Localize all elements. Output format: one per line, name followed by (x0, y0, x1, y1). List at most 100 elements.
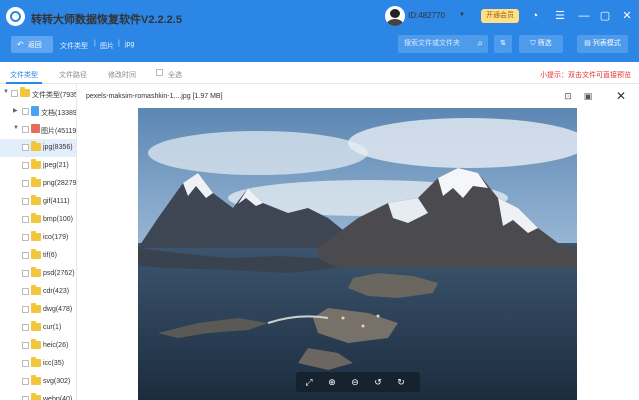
tree-item-type[interactable]: cur(1) (0, 319, 76, 337)
search-input[interactable]: 搜索文件或文件夹 ⌕ (398, 35, 488, 53)
tree-label: gif(4111) (43, 198, 70, 205)
tree-checkbox[interactable] (22, 288, 29, 295)
sort-icon[interactable]: ⇅ (494, 35, 512, 53)
tree-checkbox[interactable] (22, 216, 29, 223)
fit-view-icon[interactable]: ⊡ (562, 90, 574, 102)
tree-label: cur(1) (43, 324, 62, 331)
document-icon (31, 106, 39, 116)
tree-item-type[interactable]: dwg(478) (0, 301, 76, 319)
tree-checkbox[interactable] (22, 306, 29, 313)
zoom-out-icon[interactable]: ⊖ (349, 376, 361, 388)
back-button[interactable]: ↶ 返回 (11, 36, 53, 53)
folder-icon (31, 141, 41, 151)
tree-checkbox[interactable] (22, 342, 29, 349)
preview-file-title: pexels-maksim-romashkin-1....jpg [1.97 M… (86, 93, 223, 100)
tree-checkbox[interactable] (22, 108, 29, 115)
tree-item-type[interactable]: ico(179) (0, 229, 76, 247)
tree-checkbox[interactable] (11, 90, 18, 97)
expand-icon[interactable]: ▶ (13, 107, 18, 114)
folder-icon (31, 159, 41, 169)
tree-item-type[interactable]: icc(35) (0, 355, 76, 373)
filter-button[interactable]: ⛉ 筛选 (519, 35, 563, 53)
search-placeholder: 搜索文件或文件夹 (404, 40, 460, 47)
select-all-label: 全选 (168, 72, 182, 79)
tree-checkbox[interactable] (22, 198, 29, 205)
tree-checkbox[interactable] (22, 360, 29, 367)
history-icon[interactable]: ◔ (527, 8, 543, 24)
tree-item-type[interactable]: jpg(8356) (0, 139, 76, 157)
file-type-tree: ▼ 文件类型(79354) ▶ 文档(13389) ▼ 图片(45119) jp… (0, 84, 76, 400)
breadcrumb-images[interactable]: 图片 (100, 41, 114, 51)
zoom-in-icon[interactable]: ⊕ (326, 376, 338, 388)
collapse-icon[interactable]: ▼ (3, 89, 9, 95)
tree-checkbox[interactable] (22, 144, 29, 151)
user-avatar[interactable] (385, 6, 405, 26)
filter-label: 筛选 (537, 40, 552, 47)
tree-item-docs[interactable]: ▶ 文档(13389) (0, 103, 76, 121)
tree-label: icc(35) (43, 360, 65, 367)
search-icon[interactable]: ⌕ (477, 35, 483, 53)
tree-item-type[interactable]: heic(26) (0, 337, 76, 355)
tree-item-type[interactable]: svg(302) (0, 373, 76, 391)
tree-checkbox[interactable] (22, 180, 29, 187)
breadcrumb-jpg[interactable]: jpg (125, 41, 134, 48)
tree-label: 文件类型(79354) (32, 92, 76, 99)
tree-label: cdr(423) (43, 288, 70, 295)
tree-checkbox[interactable] (22, 252, 29, 259)
tree-item-type[interactable]: jpeg(21) (0, 157, 76, 175)
tree-checkbox[interactable] (22, 126, 29, 133)
folder-icon (31, 267, 41, 277)
tree-checkbox[interactable] (22, 378, 29, 385)
tab-file-path[interactable]: 文件路径 (59, 70, 87, 80)
app-logo-icon (6, 7, 25, 26)
back-button-label: 返回 (27, 42, 42, 49)
breadcrumb-separator: | (118, 40, 120, 47)
tree-checkbox[interactable] (22, 270, 29, 277)
tree-item-type[interactable]: psd(2762) (0, 265, 76, 283)
breadcrumb-file-type[interactable]: 文件类型 (60, 41, 88, 51)
app-title: 转转大师数据恢复软件V2.2.2.5 (31, 14, 182, 26)
tree-item-type[interactable]: webp(40) (0, 391, 76, 400)
tree-checkbox[interactable] (22, 396, 29, 400)
tree-item-type[interactable]: bmp(100) (0, 211, 76, 229)
tree-label: psd(2762) (43, 270, 75, 277)
user-id: ID:482770 (408, 11, 445, 20)
tree-label: png(28279) (43, 180, 76, 187)
select-all-checkbox[interactable] (156, 69, 163, 76)
back-arrow-icon: ↶ (17, 40, 24, 49)
user-dropdown-icon[interactable]: ▼ (459, 12, 465, 18)
tree-item-images[interactable]: ▼ 图片(45119) (0, 121, 76, 139)
menu-icon[interactable]: ☰ (552, 8, 568, 24)
maximize-icon[interactable]: ▢ (597, 8, 613, 24)
save-icon[interactable]: ▣ (582, 90, 594, 102)
tree-item-type[interactable]: gif(4111) (0, 193, 76, 211)
tree-checkbox[interactable] (22, 324, 29, 331)
tree-label: webp(40) (43, 396, 73, 400)
tree-checkbox[interactable] (22, 162, 29, 169)
vip-button[interactable]: 开通会员 (481, 9, 519, 23)
tree-item-type[interactable]: tif(6) (0, 247, 76, 265)
tree-item-root[interactable]: ▼ 文件类型(79354) (0, 85, 76, 103)
folder-icon (31, 249, 41, 259)
preview-image (138, 108, 577, 400)
tree-label: heic(26) (43, 342, 69, 349)
close-preview-icon[interactable]: ✕ (614, 89, 628, 103)
tree-checkbox[interactable] (22, 234, 29, 241)
folder-icon (31, 177, 41, 187)
tree-label: jpeg(21) (43, 162, 69, 169)
rotate-right-icon[interactable]: ↻ (395, 376, 407, 388)
close-window-icon[interactable]: ✕ (619, 8, 635, 24)
tree-item-type[interactable]: png(28279) (0, 175, 76, 193)
collapse-icon[interactable]: ▼ (13, 125, 19, 131)
list-mode-label: 列表模式 (592, 40, 621, 47)
tree-item-type[interactable]: cdr(423) (0, 283, 76, 301)
rotate-left-icon[interactable]: ↺ (372, 376, 384, 388)
folder-icon (31, 195, 41, 205)
tab-modified-time[interactable]: 修改时间 (108, 70, 136, 80)
fullscreen-icon[interactable]: ⤢ (303, 376, 315, 388)
folder-icon (31, 303, 41, 313)
tab-file-type[interactable]: 文件类型 (10, 70, 38, 80)
minimize-icon[interactable]: — (576, 8, 592, 24)
list-mode-button[interactable]: ▤ 列表模式 (577, 35, 628, 53)
tree-label: 图片(45119) (41, 128, 76, 135)
